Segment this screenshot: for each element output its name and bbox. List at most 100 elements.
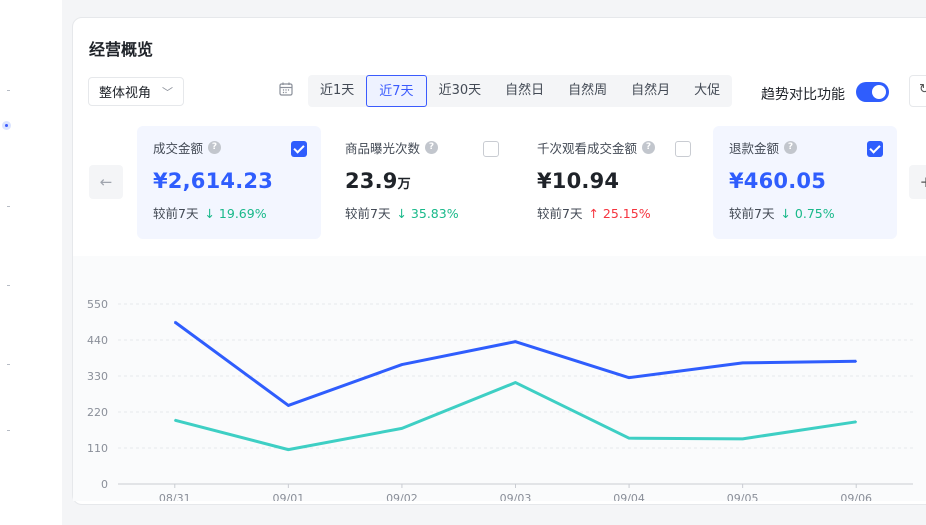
metric-name-text: 商品曝光次数 <box>345 141 421 156</box>
metric-card[interactable]: 千次观看成交金额? ¥10.94 较前7天 ↑ 25.15% <box>521 126 705 239</box>
x-tick-label: 08/31 <box>159 492 191 501</box>
metric-card[interactable]: 退款金额? ¥460.05 较前7天 ↓ 0.75% <box>713 126 897 239</box>
question-circle-icon[interactable]: ? <box>642 141 656 154</box>
metric-name-text: 千次观看成交金额 <box>537 141 638 156</box>
data-point[interactable] <box>401 427 403 430</box>
cards-next-button[interactable]: + <box>909 165 926 199</box>
change-value: ↓ 35.83% <box>396 206 458 221</box>
arrow-up-icon: ↑ <box>588 206 599 221</box>
compare-label: 较前7天 <box>537 206 583 221</box>
tab-4[interactable]: 自然周 <box>556 75 619 107</box>
data-point[interactable] <box>173 419 176 421</box>
rail-tick <box>7 285 10 286</box>
metric-checkbox[interactable] <box>675 141 691 157</box>
data-point[interactable] <box>855 360 858 363</box>
panel-title: 经营概览 <box>89 40 154 59</box>
metric-value: ¥2,614.23 <box>153 169 305 193</box>
metric-unit: 万 <box>397 177 411 192</box>
metric-checkbox[interactable] <box>867 141 883 157</box>
x-tick-label: 09/06 <box>840 492 872 501</box>
more-button[interactable]: ↻ <box>909 75 926 107</box>
rail-tick <box>7 206 10 207</box>
metric-value-number: ¥10.94 <box>537 169 620 193</box>
y-tick-label: 550 <box>87 298 108 311</box>
metric-card[interactable]: 成交金额? ¥2,614.23 较前7天 ↓ 19.69% <box>137 126 321 239</box>
x-tick-label: 09/02 <box>386 492 418 501</box>
metric-name: 千次观看成交金额? <box>537 138 689 157</box>
data-point[interactable] <box>514 381 517 384</box>
metric-value-number: ¥460.05 <box>729 169 827 193</box>
arrow-right-icon: + <box>919 173 926 191</box>
metric-name: 成交金额? <box>153 138 305 157</box>
trend-compare-toggle[interactable] <box>856 82 889 102</box>
metric-checkbox[interactable] <box>291 141 307 157</box>
calendar-icon[interactable] <box>278 81 294 97</box>
metric-value: 23.9万 <box>345 169 497 193</box>
data-point[interactable] <box>741 438 744 440</box>
cards-prev-button[interactable]: ← <box>89 165 123 199</box>
rail-tick <box>7 90 10 91</box>
x-tick-label: 09/01 <box>273 492 305 501</box>
tab-6[interactable]: 大促 <box>682 75 732 107</box>
y-tick-label: 330 <box>87 370 108 383</box>
metric-card[interactable]: 商品曝光次数? 23.9万 较前7天 ↓ 35.83% <box>329 126 513 239</box>
compare-label: 较前7天 <box>345 206 391 221</box>
time-range-tabs: 近1天 近7天 近30天 自然日 自然周 自然月 大促 <box>308 75 733 107</box>
trend-compare-label: 趋势对比功能 <box>761 87 845 103</box>
data-point[interactable] <box>287 448 290 451</box>
change-percent: 19.69% <box>218 206 267 221</box>
question-circle-icon[interactable]: ? <box>784 141 798 154</box>
metric-value: ¥10.94 <box>537 169 689 193</box>
metric-name-text: 成交金额 <box>153 141 204 156</box>
metric-value: ¥460.05 <box>729 169 881 193</box>
metric-name: 商品曝光次数? <box>345 138 497 157</box>
tab-5[interactable]: 自然月 <box>619 75 682 107</box>
metric-compare: 较前7天 ↓ 19.69% <box>153 203 305 222</box>
data-point[interactable] <box>741 362 744 364</box>
question-circle-icon[interactable]: ? <box>208 141 222 154</box>
y-tick-label: 110 <box>87 442 108 455</box>
metric-value-number: 23.9 <box>345 169 398 193</box>
metric-compare: 较前7天 ↓ 0.75% <box>729 203 881 222</box>
metric-compare: 较前7天 ↑ 25.15% <box>537 203 689 222</box>
arrow-down-icon: ↓ <box>396 206 407 221</box>
metric-value-number: ¥2,614.23 <box>153 169 274 193</box>
data-point[interactable] <box>401 363 403 366</box>
data-point[interactable] <box>287 404 290 407</box>
change-percent: 25.15% <box>602 206 651 221</box>
view-select[interactable]: 整体视角 ﹀ <box>88 77 184 106</box>
tab-1[interactable]: 近7天 <box>366 75 427 107</box>
tab-0[interactable]: 近1天 <box>308 75 366 107</box>
chart-svg: 0 110 220 330 440 550 08/31 09/01 09/02 09/03 09/0… <box>73 256 926 501</box>
toggle-knob <box>872 85 886 99</box>
data-point[interactable] <box>514 340 517 343</box>
data-point[interactable] <box>628 376 630 379</box>
trend-chart: 成交金额退款金额 011022033044055008/3109/0109/02… <box>73 256 926 501</box>
overview-panel: 经营概览 整体视角 ﹀ 近1天 近7天 近30天 自然日 自然周 自然月 大促 趋势对比功能… <box>72 17 926 505</box>
data-point[interactable] <box>855 421 858 423</box>
tab-3[interactable]: 自然日 <box>493 75 556 107</box>
change-percent: 0.75% <box>794 206 835 221</box>
metric-compare: 较前7天 ↓ 35.83% <box>345 203 497 222</box>
data-point[interactable] <box>173 321 176 323</box>
metric-name: 退款金额? <box>729 138 881 157</box>
arrow-left-icon: ← <box>99 173 113 191</box>
rail-active-dot[interactable] <box>2 121 11 130</box>
y-tick-label: 0 <box>101 478 108 491</box>
change-value: ↓ 0.75% <box>780 206 834 221</box>
change-value: ↓ 19.69% <box>204 206 266 221</box>
tab-2[interactable]: 近30天 <box>427 75 494 107</box>
chevron-down-icon: ﹀ <box>162 85 173 99</box>
data-point[interactable] <box>628 437 630 439</box>
arrow-down-icon: ↓ <box>204 206 215 221</box>
compare-label: 较前7天 <box>153 206 199 221</box>
change-value: ↑ 25.15% <box>588 206 650 221</box>
x-tick-label: 09/03 <box>500 492 532 501</box>
x-tick-label: 09/04 <box>613 492 645 501</box>
chart-background <box>73 256 926 501</box>
question-circle-icon[interactable]: ? <box>425 141 439 154</box>
change-percent: 35.83% <box>410 206 459 221</box>
y-tick-label: 440 <box>87 334 108 347</box>
metric-checkbox[interactable] <box>483 141 499 157</box>
refresh-icon: ↻ <box>919 82 926 97</box>
